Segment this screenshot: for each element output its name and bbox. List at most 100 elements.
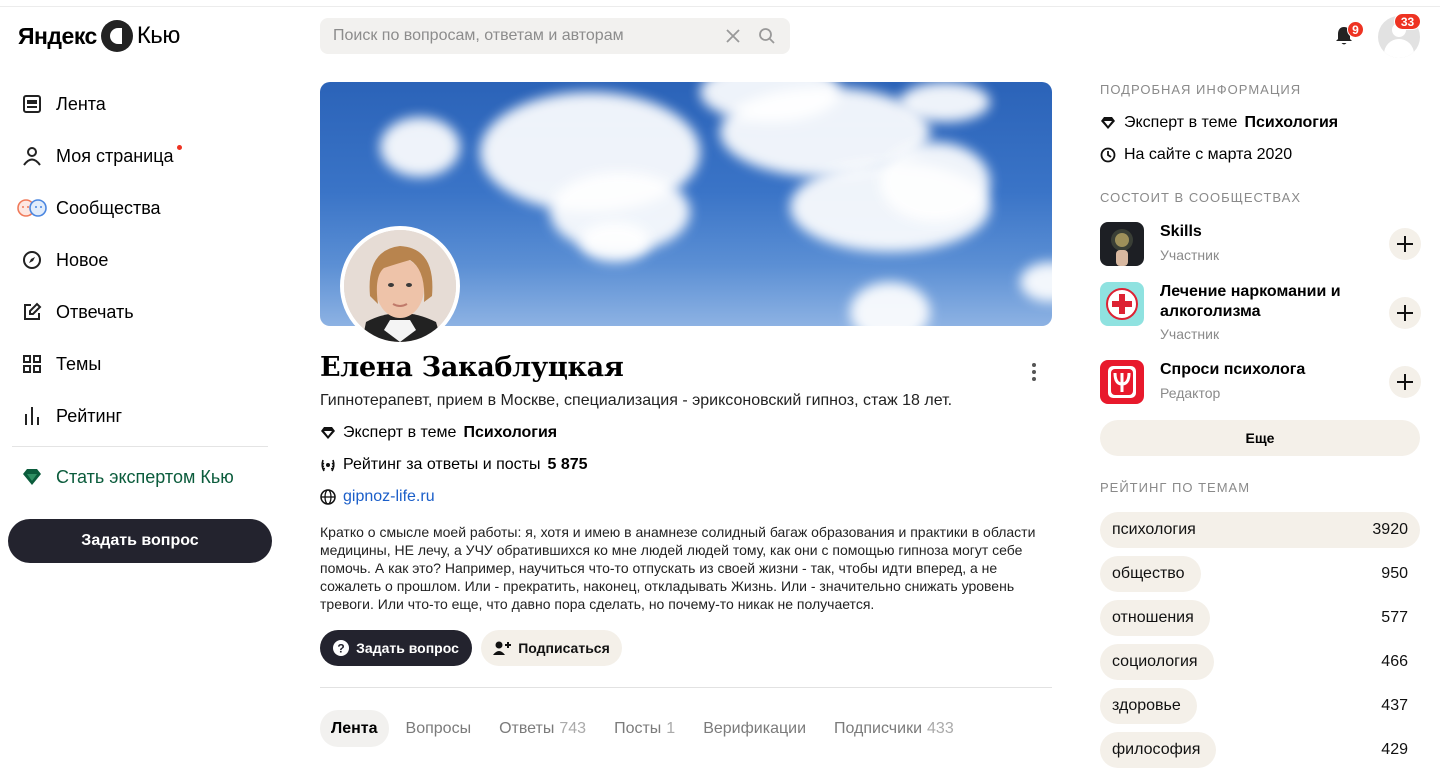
- yandex-q-logo[interactable]: Яндекс Кью: [18, 20, 180, 52]
- sidebar-expert-topic[interactable]: Психология: [1244, 114, 1338, 132]
- logo-q-icon: [100, 20, 133, 52]
- profile-avatar[interactable]: [340, 226, 460, 346]
- more-communities-button[interactable]: Еще: [1100, 420, 1420, 456]
- profile-tagline: Гипнотерапевт, прием в Москве, специализ…: [320, 392, 953, 409]
- logo-brand: Яндекс: [18, 22, 97, 49]
- community-item[interactable]: Лечение наркомании и алкоголизма Участни…: [1100, 282, 1421, 344]
- community-role: Редактор: [1160, 385, 1221, 401]
- feed-icon: [23, 95, 41, 113]
- search-input[interactable]: [320, 27, 710, 45]
- expert-topic[interactable]: Психология: [463, 424, 557, 442]
- topic-score: 466: [1381, 653, 1408, 670]
- tab-posts[interactable]: Посты 1: [603, 710, 686, 747]
- search-bar: [320, 18, 790, 54]
- expert-label: Эксперт в теме: [343, 424, 457, 441]
- unread-dot: [176, 144, 182, 150]
- topic-score: 437: [1381, 697, 1408, 714]
- topic-score: 950: [1381, 565, 1408, 582]
- rating-value: 5 875: [547, 456, 588, 473]
- rating-row: Рейтинг за ответы и посты 5 875: [320, 454, 588, 476]
- nav-item-rating[interactable]: Рейтинг: [0, 390, 290, 442]
- profile-name: Елена Закаблуцкая: [320, 352, 624, 383]
- notifications-badge: 9: [1347, 21, 1364, 38]
- topic-rating-row[interactable]: отношения 577: [1100, 600, 1420, 636]
- question-icon: ?: [333, 640, 350, 656]
- diamond-icon: [321, 427, 335, 439]
- join-community-button[interactable]: [1389, 228, 1421, 260]
- tab-feed[interactable]: Лента: [320, 710, 389, 747]
- topic-name[interactable]: философия: [1112, 741, 1200, 759]
- community-rehab-logo: [1100, 282, 1144, 326]
- become-expert-link[interactable]: Стать экспертом Кью: [0, 451, 290, 503]
- ask-author-label: Задать вопрос: [356, 640, 459, 656]
- nav-item-topics[interactable]: Темы: [0, 338, 290, 390]
- ask-question-button[interactable]: Задать вопрос: [8, 519, 272, 563]
- topic-name[interactable]: психология: [1112, 521, 1196, 539]
- topic-rating-row[interactable]: философия 429: [1100, 732, 1420, 768]
- clock-icon: [1100, 147, 1116, 163]
- tab-questions[interactable]: Вопросы: [395, 710, 483, 747]
- nav-label: Отвечать: [56, 301, 134, 322]
- topic-rating-row[interactable]: социология 466: [1100, 644, 1420, 680]
- join-community-button[interactable]: [1389, 366, 1421, 398]
- nav-label: Новое: [56, 249, 109, 270]
- bars-icon: [25, 407, 39, 425]
- globe-icon: [320, 489, 336, 505]
- topic-rating-row[interactable]: здоровье 437: [1100, 688, 1420, 724]
- tab-subscribers[interactable]: Подписчики 433: [823, 710, 965, 747]
- profile-about: Кратко о смысле моей работы: я, хотя и и…: [320, 524, 1036, 612]
- topic-name[interactable]: здоровье: [1112, 697, 1181, 715]
- edit-icon: [24, 302, 42, 320]
- subscribe-label: Подписаться: [518, 640, 610, 656]
- community-skills-logo: [1100, 222, 1144, 266]
- community-role: Участник: [1160, 247, 1220, 263]
- nav-label: Рейтинг: [56, 405, 123, 426]
- tab-verifications[interactable]: Верификации: [692, 710, 817, 747]
- nav-item-new[interactable]: Новое: [0, 234, 290, 286]
- compass-icon: [23, 251, 41, 269]
- topic-name[interactable]: общество: [1112, 565, 1185, 583]
- community-role: Участник: [1160, 326, 1220, 342]
- details-heading: Подробная информация: [1100, 82, 1302, 97]
- join-community-button[interactable]: [1389, 297, 1421, 329]
- nav-label: Моя страница: [56, 145, 174, 166]
- topic-rating-row[interactable]: общество 950: [1100, 556, 1420, 592]
- nav-item-communities[interactable]: Сообщества: [0, 182, 290, 234]
- tab-count: 1: [666, 719, 676, 737]
- subscribe-button[interactable]: Подписаться: [481, 630, 622, 666]
- grid-icon: [23, 355, 41, 373]
- community-psychologist-logo: [1100, 360, 1144, 404]
- topic-rating-heading: Рейтинг по темам: [1100, 480, 1251, 495]
- website-row: gipnoz-life.ru: [320, 486, 435, 508]
- become-expert-label: Стать экспертом Кью: [56, 466, 234, 487]
- rating-label: Рейтинг за ответы и посты: [343, 456, 541, 473]
- avatar-photo: [344, 230, 456, 342]
- community-name[interactable]: Skills: [1160, 222, 1375, 242]
- tab-count: 433: [927, 719, 954, 737]
- topic-score: 577: [1381, 609, 1408, 626]
- nav-item-my-page[interactable]: Моя страница: [0, 130, 290, 182]
- community-name[interactable]: Лечение наркомании и алкоголизма: [1160, 282, 1375, 322]
- topic-score: 429: [1381, 741, 1408, 758]
- topic-name[interactable]: отношения: [1112, 609, 1194, 627]
- topic-name[interactable]: социология: [1112, 653, 1198, 671]
- ask-author-button[interactable]: ? Задать вопрос: [320, 630, 472, 666]
- tab-answers[interactable]: Ответы 743: [488, 710, 597, 747]
- community-item[interactable]: Skills Участник: [1100, 222, 1421, 272]
- profile-tabs: Лента Вопросы Ответы 743 Посты 1 Верификац…: [320, 710, 971, 747]
- topic-score: 3920: [1372, 521, 1408, 538]
- sidebar-expert-label: Эксперт в теме: [1124, 114, 1238, 131]
- nav-label: Сообщества: [56, 197, 161, 218]
- nav-item-answer[interactable]: Отвечать: [0, 286, 290, 338]
- search-icon[interactable]: [758, 27, 776, 45]
- topic-rating-row[interactable]: психология 3920: [1100, 512, 1420, 548]
- nav-item-feed[interactable]: Лента: [0, 78, 290, 130]
- diamond-icon: [23, 469, 41, 485]
- clear-icon[interactable]: [724, 27, 742, 45]
- section-divider: [320, 687, 1052, 688]
- community-name[interactable]: Спроси психолога: [1160, 360, 1375, 380]
- add-person-icon: [493, 641, 512, 655]
- community-item[interactable]: Спроси психолога Редактор: [1100, 360, 1421, 410]
- website-link[interactable]: gipnoz-life.ru: [343, 488, 435, 506]
- more-options-icon[interactable]: [1024, 360, 1044, 384]
